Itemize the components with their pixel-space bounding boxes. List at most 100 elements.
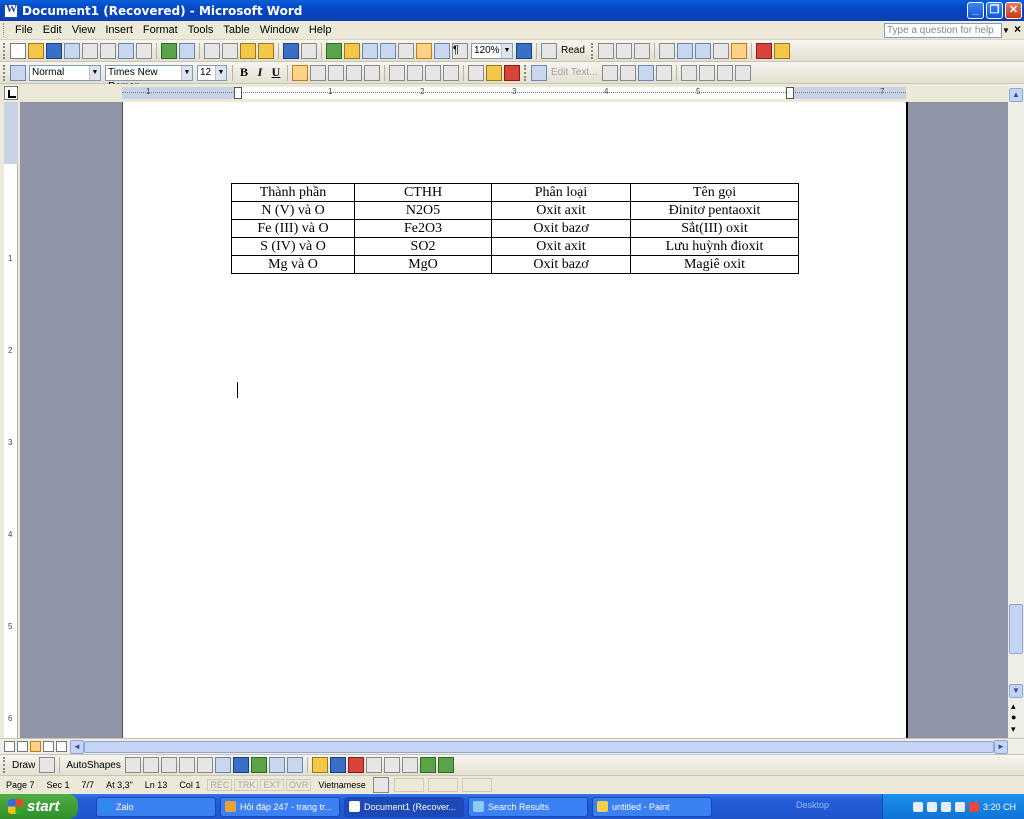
table-cell[interactable]: Lưu huỳnh đioxit: [630, 237, 799, 256]
columns-icon[interactable]: [398, 42, 414, 59]
start-button[interactable]: start: [0, 794, 78, 819]
highlight-icon[interactable]: [486, 64, 502, 81]
scroll-right-icon[interactable]: ►: [994, 740, 1008, 754]
format-painter-icon[interactable]: [258, 42, 274, 59]
document-page[interactable]: Thành phần CTHH Phân loại Tên gọi N (V) …: [122, 102, 908, 738]
draw-table-icon[interactable]: [676, 42, 693, 59]
antivirus-tray-icon[interactable]: [968, 801, 979, 812]
spelling-status-icon[interactable]: [372, 776, 389, 793]
table-cell[interactable]: Oxit bazơ: [491, 255, 631, 274]
read-book-icon[interactable]: [541, 42, 557, 59]
hyperlink-icon[interactable]: [326, 42, 342, 59]
insert-picture-icon[interactable]: [286, 757, 303, 773]
connection-tray-icon[interactable]: [940, 801, 951, 812]
vertical-text-box-icon[interactable]: [214, 757, 231, 773]
task-browser[interactable]: Hỏi đáp 247 - trang tr...: [220, 796, 340, 817]
form-shading-icon[interactable]: [712, 42, 729, 59]
field-options-icon[interactable]: [658, 42, 675, 59]
wordart-shape-icon[interactable]: [637, 64, 654, 81]
table-cell[interactable]: N (V) và O: [231, 201, 355, 220]
research-book-icon[interactable]: [179, 42, 195, 59]
chevron-down-icon[interactable]: ▼: [501, 43, 512, 58]
insert-wordart-icon[interactable]: [232, 757, 249, 773]
spelling-icon[interactable]: [161, 42, 177, 59]
status-ovr[interactable]: OVR: [285, 778, 312, 791]
document-close-icon[interactable]: ×: [1014, 22, 1021, 36]
save-icon[interactable]: [46, 42, 62, 59]
chevron-down-icon[interactable]: ▼: [181, 65, 192, 80]
cut-icon[interactable]: [204, 42, 220, 59]
table-cell[interactable]: N2O5: [354, 201, 492, 220]
chevron-down-icon[interactable]: ▼: [89, 65, 100, 80]
dash-style-icon[interactable]: [383, 757, 400, 773]
vertical-scrollbar[interactable]: ▲ ▼ ▴ ● ▾: [1008, 84, 1024, 738]
chevron-down-icon[interactable]: ▼: [215, 65, 226, 80]
insert-excel-icon[interactable]: [380, 42, 396, 59]
task-search-results[interactable]: Search Results: [468, 796, 588, 817]
previous-page-icon[interactable]: ▴: [1011, 701, 1016, 712]
task-word[interactable]: Document1 (Recover...: [344, 796, 464, 817]
underline-button[interactable]: U: [268, 65, 284, 80]
show-hide-icon[interactable]: ¶: [452, 42, 468, 59]
align-left-icon[interactable]: [292, 64, 308, 81]
increase-indent-icon[interactable]: [443, 64, 459, 81]
table-cell[interactable]: Fe (III) và O: [231, 219, 355, 238]
menu-insert[interactable]: Insert: [100, 24, 138, 36]
table-cell[interactable]: CTHH: [354, 183, 492, 202]
menu-table[interactable]: Table: [218, 24, 254, 36]
new-document-icon[interactable]: [10, 42, 26, 59]
tables-borders-icon[interactable]: [344, 42, 360, 59]
print-icon[interactable]: [100, 42, 116, 59]
menu-view[interactable]: View: [67, 24, 101, 36]
wordart-gallery-icon[interactable]: [601, 64, 618, 81]
toolbar-grip[interactable]: [3, 64, 6, 81]
permission-icon[interactable]: [64, 42, 80, 59]
menu-help[interactable]: Help: [304, 24, 337, 36]
next-page-icon[interactable]: ▾: [1011, 724, 1016, 735]
justify-icon[interactable]: [346, 64, 362, 81]
table-cell[interactable]: MgO: [354, 255, 492, 274]
scroll-thumb[interactable]: [1009, 604, 1023, 654]
help-icon[interactable]: [516, 42, 532, 59]
table-cell[interactable]: Sắt(III) oxit: [630, 219, 799, 238]
draw-menu-button[interactable]: Draw: [9, 760, 38, 771]
minimize-button[interactable]: _: [967, 2, 984, 19]
paste-icon[interactable]: [240, 42, 256, 59]
text-box-icon[interactable]: [196, 757, 213, 773]
styles-formatting-icon[interactable]: [10, 64, 26, 81]
line-color-icon[interactable]: [329, 757, 346, 773]
toolbar-grip[interactable]: [524, 64, 527, 81]
menu-window[interactable]: Window: [255, 24, 304, 36]
bold-button[interactable]: B: [236, 65, 252, 80]
select-browse-object-icon[interactable]: ●: [1011, 712, 1016, 722]
line-spacing-icon[interactable]: [364, 64, 380, 81]
border-icon[interactable]: [468, 64, 484, 81]
status-ext[interactable]: EXT: [260, 778, 284, 791]
table-cell[interactable]: Mg và O: [231, 255, 355, 274]
table-cell[interactable]: Đinitơ pentaoxit: [630, 201, 799, 220]
font-combo[interactable]: Times New Roman ▼: [105, 64, 193, 92]
protect-form-icon[interactable]: [773, 42, 790, 59]
table-cell[interactable]: SO2: [354, 237, 492, 256]
undo-icon[interactable]: [283, 42, 299, 59]
research-icon[interactable]: [136, 42, 152, 59]
network-tray-icon[interactable]: [926, 801, 937, 812]
autoshapes-menu-button[interactable]: AutoShapes: [63, 760, 124, 771]
scroll-up-icon[interactable]: ▲: [1009, 88, 1023, 102]
fill-color-icon[interactable]: [311, 757, 328, 773]
right-indent-marker[interactable]: [786, 87, 794, 99]
clock[interactable]: 3:20 CH: [983, 802, 1016, 812]
insert-diagram-icon[interactable]: [250, 757, 267, 773]
open-folder-icon[interactable]: [28, 42, 44, 59]
oval-icon[interactable]: [178, 757, 195, 773]
dropdown-field-icon[interactable]: [633, 42, 650, 59]
numbering-icon[interactable]: [389, 64, 405, 81]
left-indent-marker[interactable]: [234, 87, 242, 99]
insert-table-icon[interactable]: [362, 42, 378, 59]
tab-selector-icon[interactable]: [4, 86, 18, 100]
volume-tray-icon[interactable]: [954, 801, 965, 812]
decrease-indent-icon[interactable]: [425, 64, 441, 81]
insert-clipart-icon[interactable]: [268, 757, 285, 773]
font-color-icon[interactable]: [347, 757, 364, 773]
text-wrapping-icon[interactable]: [655, 64, 672, 81]
